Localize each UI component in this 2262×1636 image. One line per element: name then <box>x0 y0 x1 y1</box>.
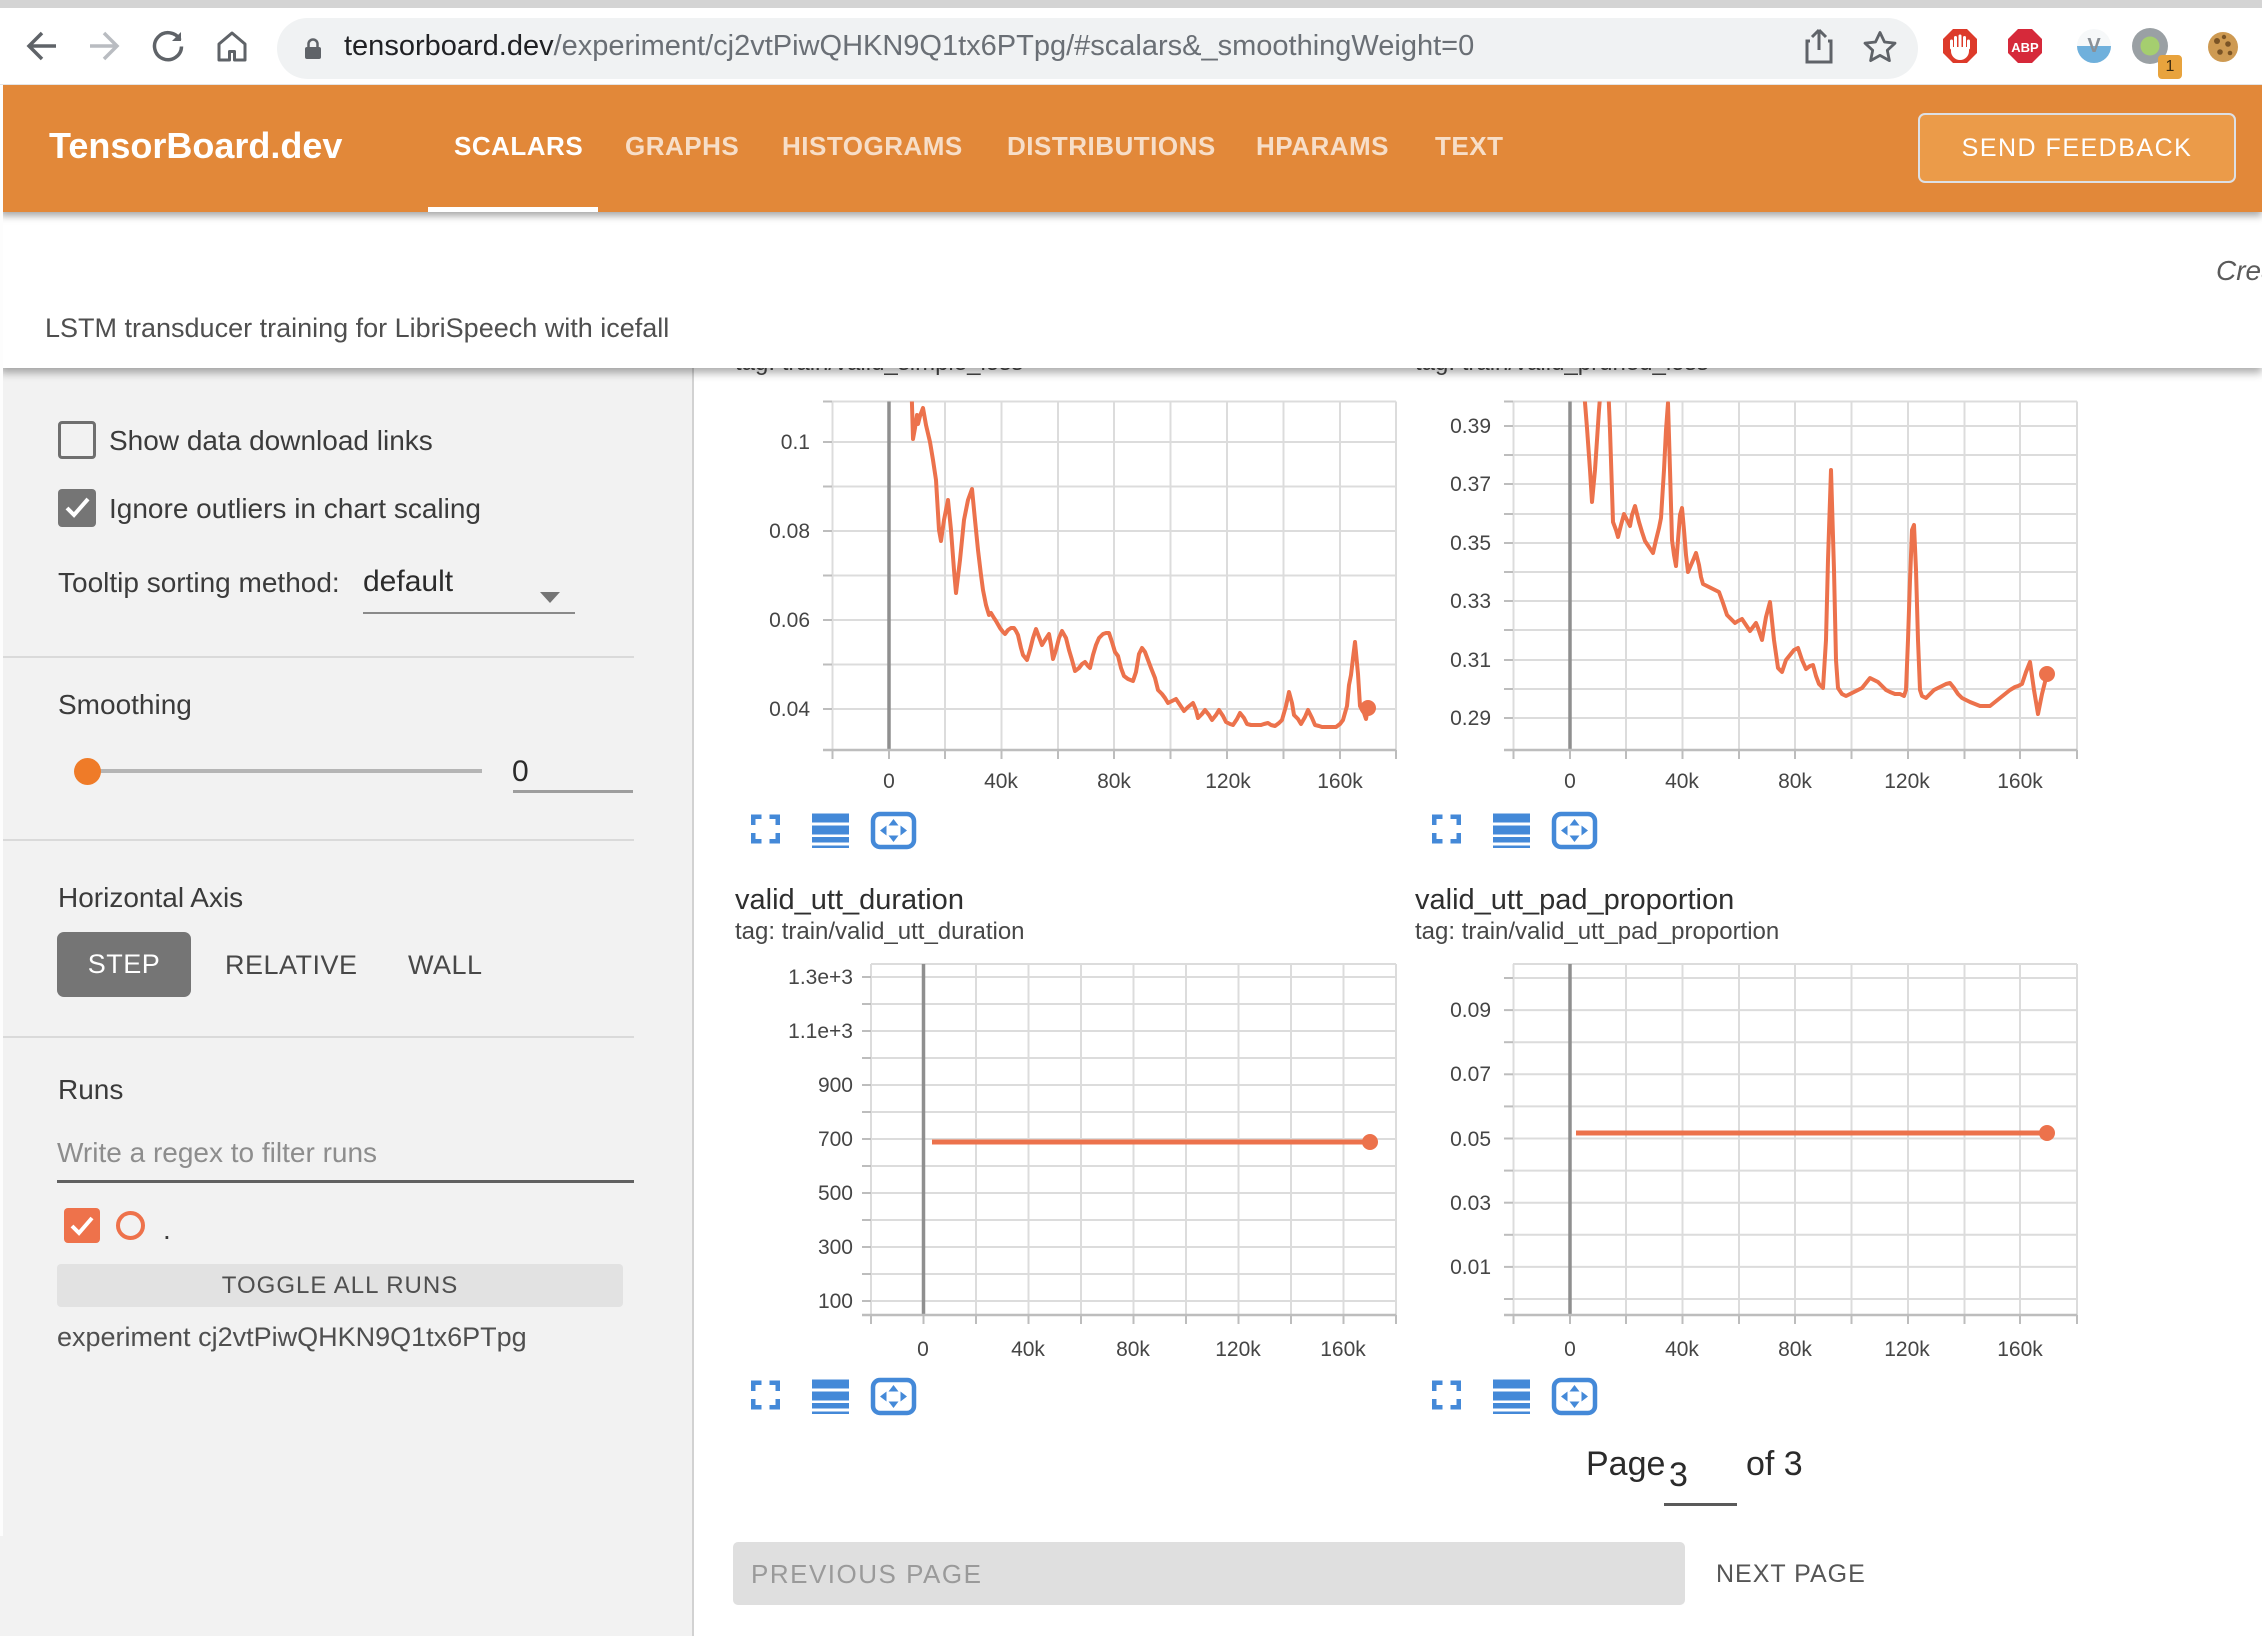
svg-text:0.37: 0.37 <box>1450 473 1491 496</box>
svg-text:0.29: 0.29 <box>1450 707 1491 730</box>
svg-text:80k: 80k <box>1097 770 1131 793</box>
svg-text:1.1e+3: 1.1e+3 <box>788 1020 853 1043</box>
svg-text:0.31: 0.31 <box>1450 649 1491 672</box>
svg-text:0: 0 <box>883 770 895 793</box>
svg-text:0.05: 0.05 <box>1450 1128 1491 1151</box>
svg-text:0.1: 0.1 <box>781 431 810 454</box>
svg-text:40k: 40k <box>1665 1338 1699 1361</box>
svg-text:120k: 120k <box>1205 770 1251 793</box>
svg-text:120k: 120k <box>1884 770 1930 793</box>
svg-text:160k: 160k <box>1997 770 2043 793</box>
svg-text:0.08: 0.08 <box>769 520 810 543</box>
svg-text:500: 500 <box>818 1182 853 1205</box>
svg-text:0.09: 0.09 <box>1450 999 1491 1022</box>
svg-text:0.01: 0.01 <box>1450 1256 1491 1279</box>
svg-text:V: V <box>2087 35 2101 57</box>
svg-text:0: 0 <box>917 1338 929 1361</box>
svg-text:1.3e+3: 1.3e+3 <box>788 966 853 989</box>
svg-text:40k: 40k <box>984 770 1018 793</box>
svg-text:0.03: 0.03 <box>1450 1192 1491 1215</box>
svg-text:0.04: 0.04 <box>769 698 810 721</box>
svg-text:120k: 120k <box>1215 1338 1261 1361</box>
svg-text:0.39: 0.39 <box>1450 415 1491 438</box>
svg-text:0: 0 <box>1564 770 1576 793</box>
svg-text:80k: 80k <box>1116 1338 1150 1361</box>
svg-text:300: 300 <box>818 1236 853 1259</box>
svg-text:900: 900 <box>818 1074 853 1097</box>
svg-text:120k: 120k <box>1884 1338 1930 1361</box>
svg-text:0.06: 0.06 <box>769 609 810 632</box>
svg-text:40k: 40k <box>1665 770 1699 793</box>
svg-text:0.07: 0.07 <box>1450 1063 1491 1086</box>
svg-text:0.35: 0.35 <box>1450 532 1491 555</box>
svg-text:40k: 40k <box>1011 1338 1045 1361</box>
svg-text:160k: 160k <box>1317 770 1363 793</box>
svg-text:80k: 80k <box>1778 770 1812 793</box>
svg-text:0: 0 <box>1564 1338 1576 1361</box>
svg-text:700: 700 <box>818 1128 853 1151</box>
svg-text:ABP: ABP <box>2011 40 2039 55</box>
svg-text:100: 100 <box>818 1290 853 1313</box>
svg-text:80k: 80k <box>1778 1338 1812 1361</box>
svg-text:0.33: 0.33 <box>1450 590 1491 613</box>
svg-text:160k: 160k <box>1997 1338 2043 1361</box>
svg-text:160k: 160k <box>1320 1338 1366 1361</box>
